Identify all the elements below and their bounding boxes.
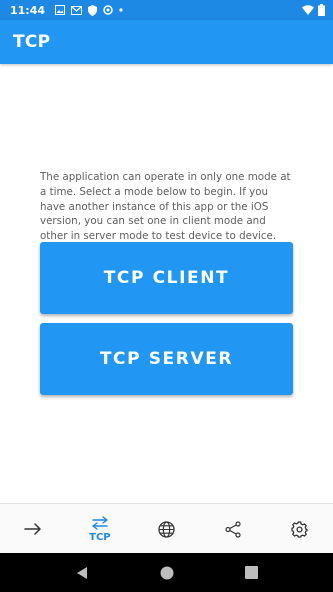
status-bar: 11:44	[0, 0, 333, 20]
bottom-nav: TCP	[0, 503, 333, 554]
image-icon	[55, 5, 66, 15]
tcp-client-button[interactable]: TCP CLIENT	[40, 242, 293, 314]
app-bar: TCP	[0, 20, 333, 64]
globe-icon	[158, 520, 175, 538]
arrow-right-icon	[24, 522, 42, 536]
gmail-icon	[71, 5, 83, 15]
share-icon	[225, 520, 241, 538]
mode-description: The application can operate in only one …	[40, 171, 291, 243]
nav-item-send[interactable]	[0, 504, 67, 554]
app-title: TCP	[13, 32, 51, 52]
shield-icon	[88, 4, 98, 16]
nav-item-tcp[interactable]: TCP	[67, 504, 134, 554]
tcp-server-button[interactable]: TCP SERVER	[40, 323, 293, 395]
nav-item-web[interactable]	[133, 504, 200, 554]
status-icons-right	[302, 4, 325, 16]
recents-icon[interactable]	[244, 566, 258, 579]
home-icon[interactable]	[160, 566, 174, 580]
main-content: The application can operate in only one …	[0, 64, 333, 503]
nav-label-tcp: TCP	[89, 531, 111, 543]
sync-icon	[103, 5, 113, 15]
dot-icon	[119, 8, 123, 12]
status-time: 11:44	[10, 3, 46, 17]
status-icons-left	[55, 4, 123, 16]
wifi-icon	[302, 5, 314, 15]
nav-item-share[interactable]	[200, 504, 267, 554]
system-nav-bar	[0, 553, 333, 592]
gear-icon	[291, 520, 308, 538]
nav-item-settings[interactable]	[266, 504, 333, 554]
back-icon[interactable]	[75, 566, 89, 580]
battery-icon	[318, 4, 325, 16]
swap-arrows-icon	[91, 515, 109, 530]
